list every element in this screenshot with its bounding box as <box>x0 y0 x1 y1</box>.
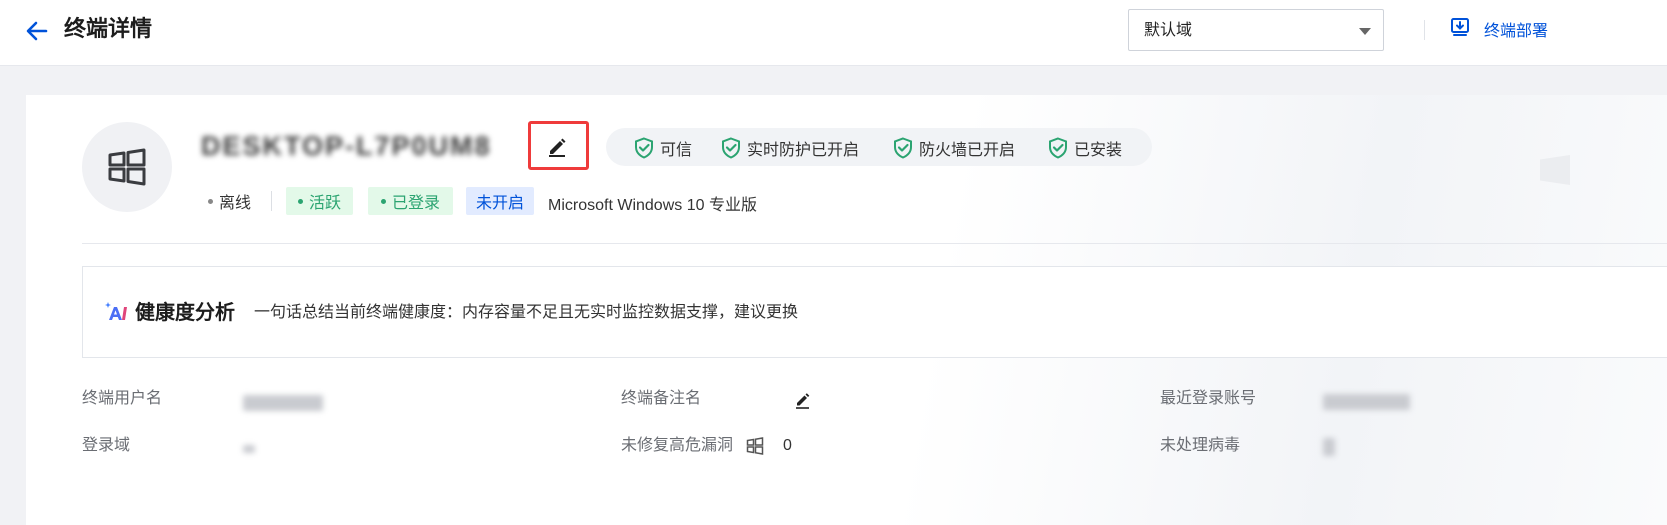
domain-select[interactable]: 默认域 <box>1128 9 1384 51</box>
status-dot-icon <box>380 198 386 204</box>
vuln-count[interactable]: 0 <box>783 435 792 457</box>
back-arrow-icon[interactable] <box>24 18 50 44</box>
status-label: 实时防护已开启 <box>747 142 860 159</box>
online-status-label: 离线 <box>219 195 252 212</box>
pencil-icon <box>796 393 810 409</box>
virus-label: 未处理病毒 <box>1160 437 1241 454</box>
username-label: 终端用户名 <box>82 390 163 407</box>
username-value-redacted <box>243 395 323 411</box>
os-version: Microsoft Windows 10 专业版 <box>548 197 757 214</box>
online-status: 离线 <box>208 186 251 216</box>
status-realtime-protection: 实时防护已开启 <box>721 136 859 160</box>
health-summary: 一句话总结当前终端健康度：内存容量不足且无实时监控数据支撑，建议更换 <box>254 304 799 321</box>
edit-remark-button[interactable] <box>795 392 811 414</box>
status-trusted: 可信 <box>634 136 692 160</box>
top-bar: 终端详情 默认域 终端部署 <box>0 0 1667 66</box>
domain-select-value: 默认域 <box>1144 22 1193 39</box>
status-firewall: 防火墙已开启 <box>893 136 1015 160</box>
status-label: 防火墙已开启 <box>919 142 1016 159</box>
last-login-value-redacted <box>1323 394 1410 410</box>
tag-label: 活跃 <box>308 195 341 212</box>
security-status-bar: 可信 实时防护已开启 防火墙已开启 已安装 <box>606 128 1152 166</box>
tag-label: 已登录 <box>391 195 440 212</box>
virus-value-redacted <box>1323 438 1335 456</box>
divider <box>271 191 272 211</box>
tag-not-enabled: 未开启 <box>466 187 534 215</box>
health-analysis-panel: 健康度分析 一句话总结当前终端健康度：内存容量不足且无实时监控数据支撑，建议更换 <box>82 266 1667 358</box>
login-domain-value-redacted <box>243 445 255 453</box>
page-title: 终端详情 <box>64 16 153 41</box>
status-dot-icon <box>208 198 213 204</box>
chevron-down-icon <box>1359 28 1371 35</box>
health-title: 健康度分析 <box>135 302 235 324</box>
edit-hostname-button[interactable] <box>528 121 589 170</box>
status-label: 可信 <box>660 142 693 159</box>
last-login-label: 最近登录账号 <box>1160 390 1257 407</box>
tag-logged-in: 已登录 <box>368 187 453 215</box>
login-domain-label: 登录域 <box>82 437 131 454</box>
status-label: 已安装 <box>1074 142 1123 159</box>
shield-check-icon <box>635 137 653 159</box>
tag-active: 活跃 <box>286 187 353 215</box>
ai-sparkle-icon <box>105 301 131 323</box>
pencil-icon <box>549 138 566 157</box>
windows-logo-icon <box>746 437 764 460</box>
windows-logo-icon <box>108 148 146 186</box>
deploy-terminal-label: 终端部署 <box>1484 23 1549 40</box>
status-dot-icon <box>297 198 303 204</box>
divider <box>82 243 1667 244</box>
download-monitor-icon <box>1450 17 1470 42</box>
shield-check-icon <box>722 137 740 159</box>
decorative-shape <box>1540 155 1570 185</box>
deploy-terminal-link[interactable]: 终端部署 <box>1450 16 1548 42</box>
divider <box>1424 20 1425 40</box>
remark-label: 终端备注名 <box>621 390 702 407</box>
vuln-label: 未修复高危漏洞 <box>621 437 734 454</box>
terminal-avatar <box>82 122 172 212</box>
shield-check-icon <box>1049 137 1067 159</box>
shield-check-icon <box>894 137 912 159</box>
terminal-hostname: DESKTOP-L7P0UM8 <box>201 131 492 161</box>
status-installed: 已安装 <box>1048 136 1122 160</box>
